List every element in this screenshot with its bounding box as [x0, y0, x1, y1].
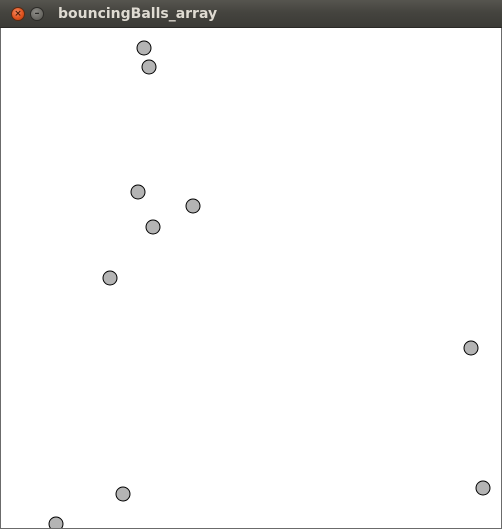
minimize-icon: –	[34, 8, 40, 19]
ball	[475, 480, 491, 496]
close-button[interactable]: ×	[11, 7, 25, 21]
ball	[145, 219, 161, 235]
ball	[48, 516, 64, 528]
ball-layer	[48, 40, 491, 528]
ball	[141, 59, 157, 75]
ball	[136, 40, 152, 56]
minimize-button[interactable]: –	[30, 7, 44, 21]
ball	[130, 184, 146, 200]
app-window: × – bouncingBalls_array	[0, 0, 502, 529]
close-icon: ×	[14, 8, 22, 19]
window-title: bouncingBalls_array	[58, 6, 218, 22]
ball	[115, 486, 131, 502]
ball	[463, 340, 479, 356]
window-titlebar[interactable]: × – bouncingBalls_array	[0, 0, 502, 28]
ball	[102, 270, 118, 286]
sketch-canvas[interactable]	[0, 28, 502, 529]
ball	[185, 198, 201, 214]
